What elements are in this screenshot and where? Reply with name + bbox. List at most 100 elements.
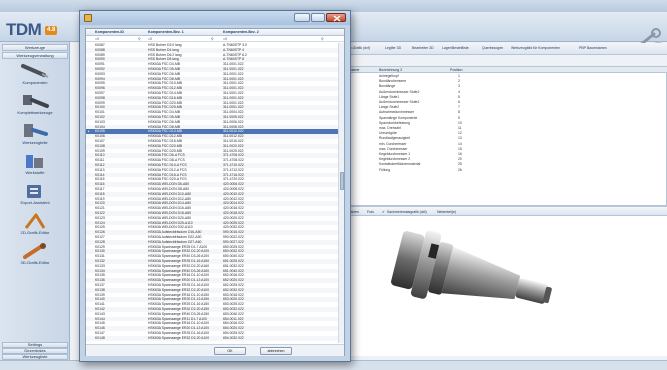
toolbar-item[interactable]: Querbezogen bbox=[482, 46, 503, 50]
nav-item-complete-tools[interactable]: Komplettwerkzeuge bbox=[4, 92, 66, 122]
attribute-position-cell: 16 bbox=[458, 152, 462, 156]
attribute-row[interactable]: Kegeldurchmesser 2 20 bbox=[346, 157, 667, 162]
attribute-row[interactable]: Länge Stufe2 7 bbox=[346, 105, 667, 110]
attribute-row[interactable]: Außendurchmesser Stufe2 6 bbox=[346, 100, 667, 105]
nav-item-label: 3D-Grafik-Editor bbox=[20, 260, 50, 265]
attribute-position-cell: 26 bbox=[458, 167, 462, 172]
attribute-position-cell: 6 bbox=[458, 100, 460, 104]
navigation-sidebar: Werkzeuge Werkzeugverwaltung Komponenten… bbox=[0, 42, 70, 360]
toolbar-item[interactable]: Lager/Bestellliste bbox=[442, 46, 469, 50]
column-header-component-id[interactable]: Komponenten-ID bbox=[95, 30, 124, 34]
attribute-row[interactable]: max. Durchmesser 15 bbox=[346, 147, 667, 152]
vertical-scrollbar[interactable] bbox=[338, 43, 344, 343]
attribute-name-cell: Anlriegelkopf bbox=[379, 74, 399, 78]
attribute-position-cell: 15 bbox=[458, 146, 462, 151]
sidebar-heading-tools[interactable]: Werkzeuge bbox=[2, 44, 68, 51]
nav-item-3d-graphic-editor[interactable]: 3D-Grafik-Editor bbox=[4, 242, 66, 272]
attribute-row[interactable]: Bundlänge 3 bbox=[346, 84, 667, 89]
nav-item-components[interactable]: Komponenten bbox=[4, 62, 66, 92]
attribute-position-cell: 3 bbox=[458, 84, 460, 89]
tdm-logo-text: TDM bbox=[6, 20, 42, 39]
column-header[interactable]: Position bbox=[450, 68, 462, 72]
toolbar-item[interactable]: PBP Baumstamm bbox=[579, 46, 607, 50]
attribute-table: Name Bezeichnung 2 Position Anlriegelkop… bbox=[345, 66, 667, 206]
toolbar-item[interactable]: Bearbeiter 3D bbox=[412, 46, 434, 50]
attribute-name-cell: max. Drehzahl bbox=[379, 126, 401, 130]
attribute-row[interactable]: Bundlänchensene 2 bbox=[346, 79, 667, 84]
sidebar-heading-management[interactable]: Werkzeugverwaltung bbox=[2, 52, 68, 59]
dialog-title-bar[interactable] bbox=[80, 11, 350, 25]
attribute-row[interactable]: max. Drehzahl 11 bbox=[346, 126, 667, 131]
attribute-name-cell: Spannlochbefestung bbox=[379, 120, 410, 125]
attribute-row[interactable]: Kontaktoberflächenmaterial 25 bbox=[346, 162, 667, 167]
check-icon: ✔ bbox=[382, 210, 385, 214]
attribute-name-cell: Bundlänchensene bbox=[379, 79, 407, 84]
column-header-description-1[interactable]: Komponenten-Bez. 1 bbox=[148, 30, 184, 34]
attribute-row[interactable]: Länge Stufe1 5 bbox=[346, 95, 667, 100]
attribute-name-cell: Außendurchmesser Stufe2 bbox=[379, 100, 420, 104]
tab-feature-graphic[interactable]: Sachmerkmalsgrafik (dxf) bbox=[387, 210, 427, 214]
attribute-row[interactable]: Spannlänge Komponente 9 bbox=[346, 116, 667, 121]
attribute-name-cell: Unrundgüte bbox=[379, 131, 397, 136]
attribute-row[interactable]: min. Durchmesser 14 bbox=[346, 142, 667, 147]
nav-item-label: Werkzeugteile bbox=[22, 140, 48, 145]
attribute-name-cell: Aufnahmedurchmesser bbox=[379, 110, 415, 115]
attribute-name-cell: Länge Stufe2 bbox=[379, 105, 400, 110]
nav-item-materials[interactable]: Werkstoffe bbox=[4, 152, 66, 182]
component-row[interactable]: K0148 HSK63A Spannzange ER32 D2-20 A100 65… bbox=[86, 335, 338, 341]
component-grid-filter-row: =0 ⚲ =0 ⚲ =0 ⚲ bbox=[86, 36, 344, 42]
attribute-row[interactable]: Kegeldurchmesser 1 16 bbox=[346, 152, 667, 157]
nav-item-export-assistant[interactable]: Export-Assistent bbox=[4, 182, 66, 212]
component-id-cell: K0148 bbox=[95, 335, 105, 340]
dialog-content: Komponenten-ID Komponenten-Bez. 1 Kompon… bbox=[85, 28, 345, 356]
attribute-name-cell: Kegeldurchmesser 2 bbox=[379, 157, 411, 162]
attribute-row[interactable]: Rundlaufgenauigkeit 13 bbox=[346, 136, 667, 141]
attribute-name-cell: Bundlänge bbox=[379, 84, 396, 89]
nav-item-2d-graphic-editor[interactable]: 2D-Grafik-Editor bbox=[4, 212, 66, 242]
column-header[interactable]: Bezeichnung 2 bbox=[379, 68, 402, 72]
filter-description-1-input[interactable]: =0 bbox=[148, 37, 152, 41]
attribute-name-cell: Rundlaufgenauigkeit bbox=[379, 136, 410, 141]
attribute-name-cell: Kegeldurchmesser 1 bbox=[379, 152, 411, 156]
attribute-name-cell: min. Durchmesser bbox=[379, 141, 407, 146]
nav-item-label: Export-Assistent bbox=[20, 200, 50, 205]
attribute-row[interactable]: Aufnahmedurchmesser 8 bbox=[346, 110, 667, 115]
column-header-description-2[interactable]: Komponenten-Bez. 2 bbox=[223, 30, 259, 34]
tab-secondary-parts[interactable]: Nebenteil(e) bbox=[437, 210, 456, 214]
close-icon bbox=[333, 15, 341, 22]
attribute-row[interactable]: Außendurchmesser Stufe2 4 bbox=[346, 90, 667, 95]
column-header[interactable]: Name bbox=[350, 68, 359, 72]
tdm-logo-version: 4.8 bbox=[45, 26, 58, 35]
filter-options-icon[interactable]: ⚲ bbox=[138, 37, 140, 41]
filter-id-input[interactable]: =0 bbox=[95, 37, 99, 41]
attribute-row[interactable]: Spannlochbefestung 10 bbox=[346, 121, 667, 126]
cancel-button[interactable]: abbrechen bbox=[260, 347, 292, 355]
attribute-row[interactable]: Füllung 26 bbox=[346, 168, 667, 173]
close-button[interactable] bbox=[326, 13, 346, 22]
filter-description-2-input[interactable]: =0 bbox=[223, 37, 227, 41]
filter-options-icon[interactable]: ⚲ bbox=[321, 37, 323, 41]
nav-item-tool-parts[interactable]: Werkzeugteile bbox=[4, 122, 66, 152]
attribute-position-cell: 8 bbox=[458, 110, 460, 115]
attribute-row[interactable]: Anlriegelkopf 1 bbox=[346, 74, 667, 79]
attribute-position-cell: 7 bbox=[458, 105, 460, 110]
attribute-row[interactable]: Unrundgüte 12 bbox=[346, 131, 667, 136]
tab-photo[interactable]: Foto bbox=[367, 210, 374, 214]
description-2-cell: 654.0032.022 bbox=[223, 335, 244, 340]
ok-button[interactable]: OK bbox=[214, 347, 246, 355]
tdm-logo: TDM 4.8 bbox=[6, 20, 68, 42]
attribute-position-cell: 14 bbox=[458, 141, 462, 146]
filter-options-icon[interactable]: ⚲ bbox=[211, 37, 213, 41]
component-grid-body: K0087 HSS Bohrer D3.0 lang A-TN60STP 3.0 K0… bbox=[86, 43, 338, 343]
scrollbar-thumb[interactable] bbox=[340, 172, 344, 190]
maximize-button[interactable] bbox=[311, 13, 325, 22]
toolbar-item[interactable]: Werkzeugbild für Komponenten bbox=[511, 46, 560, 50]
toolbar-item[interactable]: Legifer 3D bbox=[385, 46, 401, 50]
app-toolbar: 2D-Grafik (dxf) Legifer 3D Bearbeiter 3D… bbox=[345, 43, 667, 55]
attribute-position-cell: 2 bbox=[458, 79, 460, 84]
minimize-button[interactable] bbox=[294, 13, 310, 22]
tool-3d-preview bbox=[345, 216, 667, 356]
attribute-position-cell: 10 bbox=[458, 120, 462, 125]
attribute-position-cell: 20 bbox=[458, 157, 462, 162]
attribute-name-cell: Länge Stufe1 bbox=[379, 94, 400, 99]
